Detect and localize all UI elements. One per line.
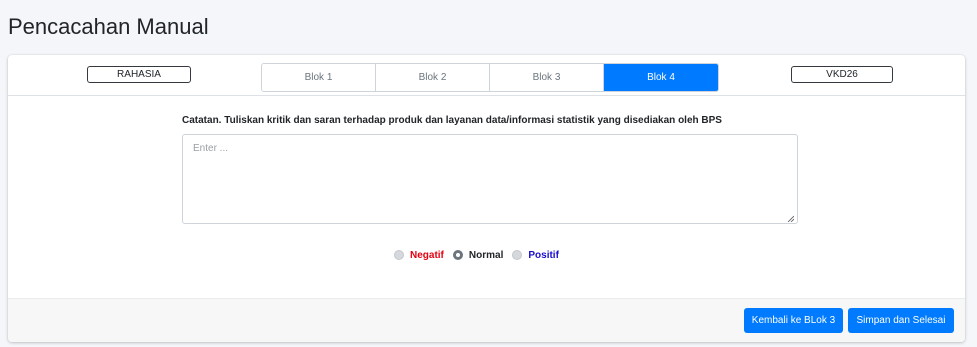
radio-option-negatif[interactable]: Negatif [394, 250, 444, 261]
card-footer: Kembali ke BLok 3 Simpan dan Selesai [8, 298, 965, 342]
resize-grip-icon[interactable] [787, 215, 794, 222]
page-title: Pencacahan Manual [8, 14, 209, 39]
radio-option-normal[interactable]: Normal [452, 249, 504, 261]
radio-label-normal: Normal [468, 249, 504, 261]
radio-option-positif[interactable]: Positif [512, 250, 559, 261]
tab-blok-2[interactable]: Blok 2 [376, 64, 490, 91]
radio-circle-icon[interactable] [394, 250, 404, 260]
radio-checked-icon[interactable] [452, 250, 463, 260]
tab-blok-1[interactable]: Blok 1 [262, 64, 376, 91]
radio-label-positif: Positif [528, 249, 559, 261]
radio-label-negatif: Negatif [410, 249, 444, 261]
notes-textarea[interactable] [182, 134, 798, 224]
form-code-badge: VKD26 [791, 66, 893, 83]
block-tabs: Blok 1 Blok 2 Blok 3 Blok 4 [261, 63, 719, 92]
card-header: RAHASIA Blok 1 Blok 2 Blok 3 Blok 4 VKD2… [8, 55, 965, 96]
tab-blok-3[interactable]: Blok 3 [490, 64, 604, 91]
tab-blok-4[interactable]: Blok 4 [604, 64, 718, 91]
question-label: Catatan. Tuliskan kritik dan saran terha… [182, 115, 722, 126]
radio-circle-icon[interactable] [512, 250, 523, 260]
confidential-badge: RAHASIA [87, 66, 191, 83]
form-card: RAHASIA Blok 1 Blok 2 Blok 3 Blok 4 VKD2… [8, 55, 965, 342]
save-and-finish-button[interactable]: Simpan dan Selesai [848, 308, 954, 333]
sentiment-radio-group: Negatif Normal Positif [394, 248, 568, 262]
back-to-blok-3-button[interactable]: Kembali ke BLok 3 [744, 308, 843, 333]
